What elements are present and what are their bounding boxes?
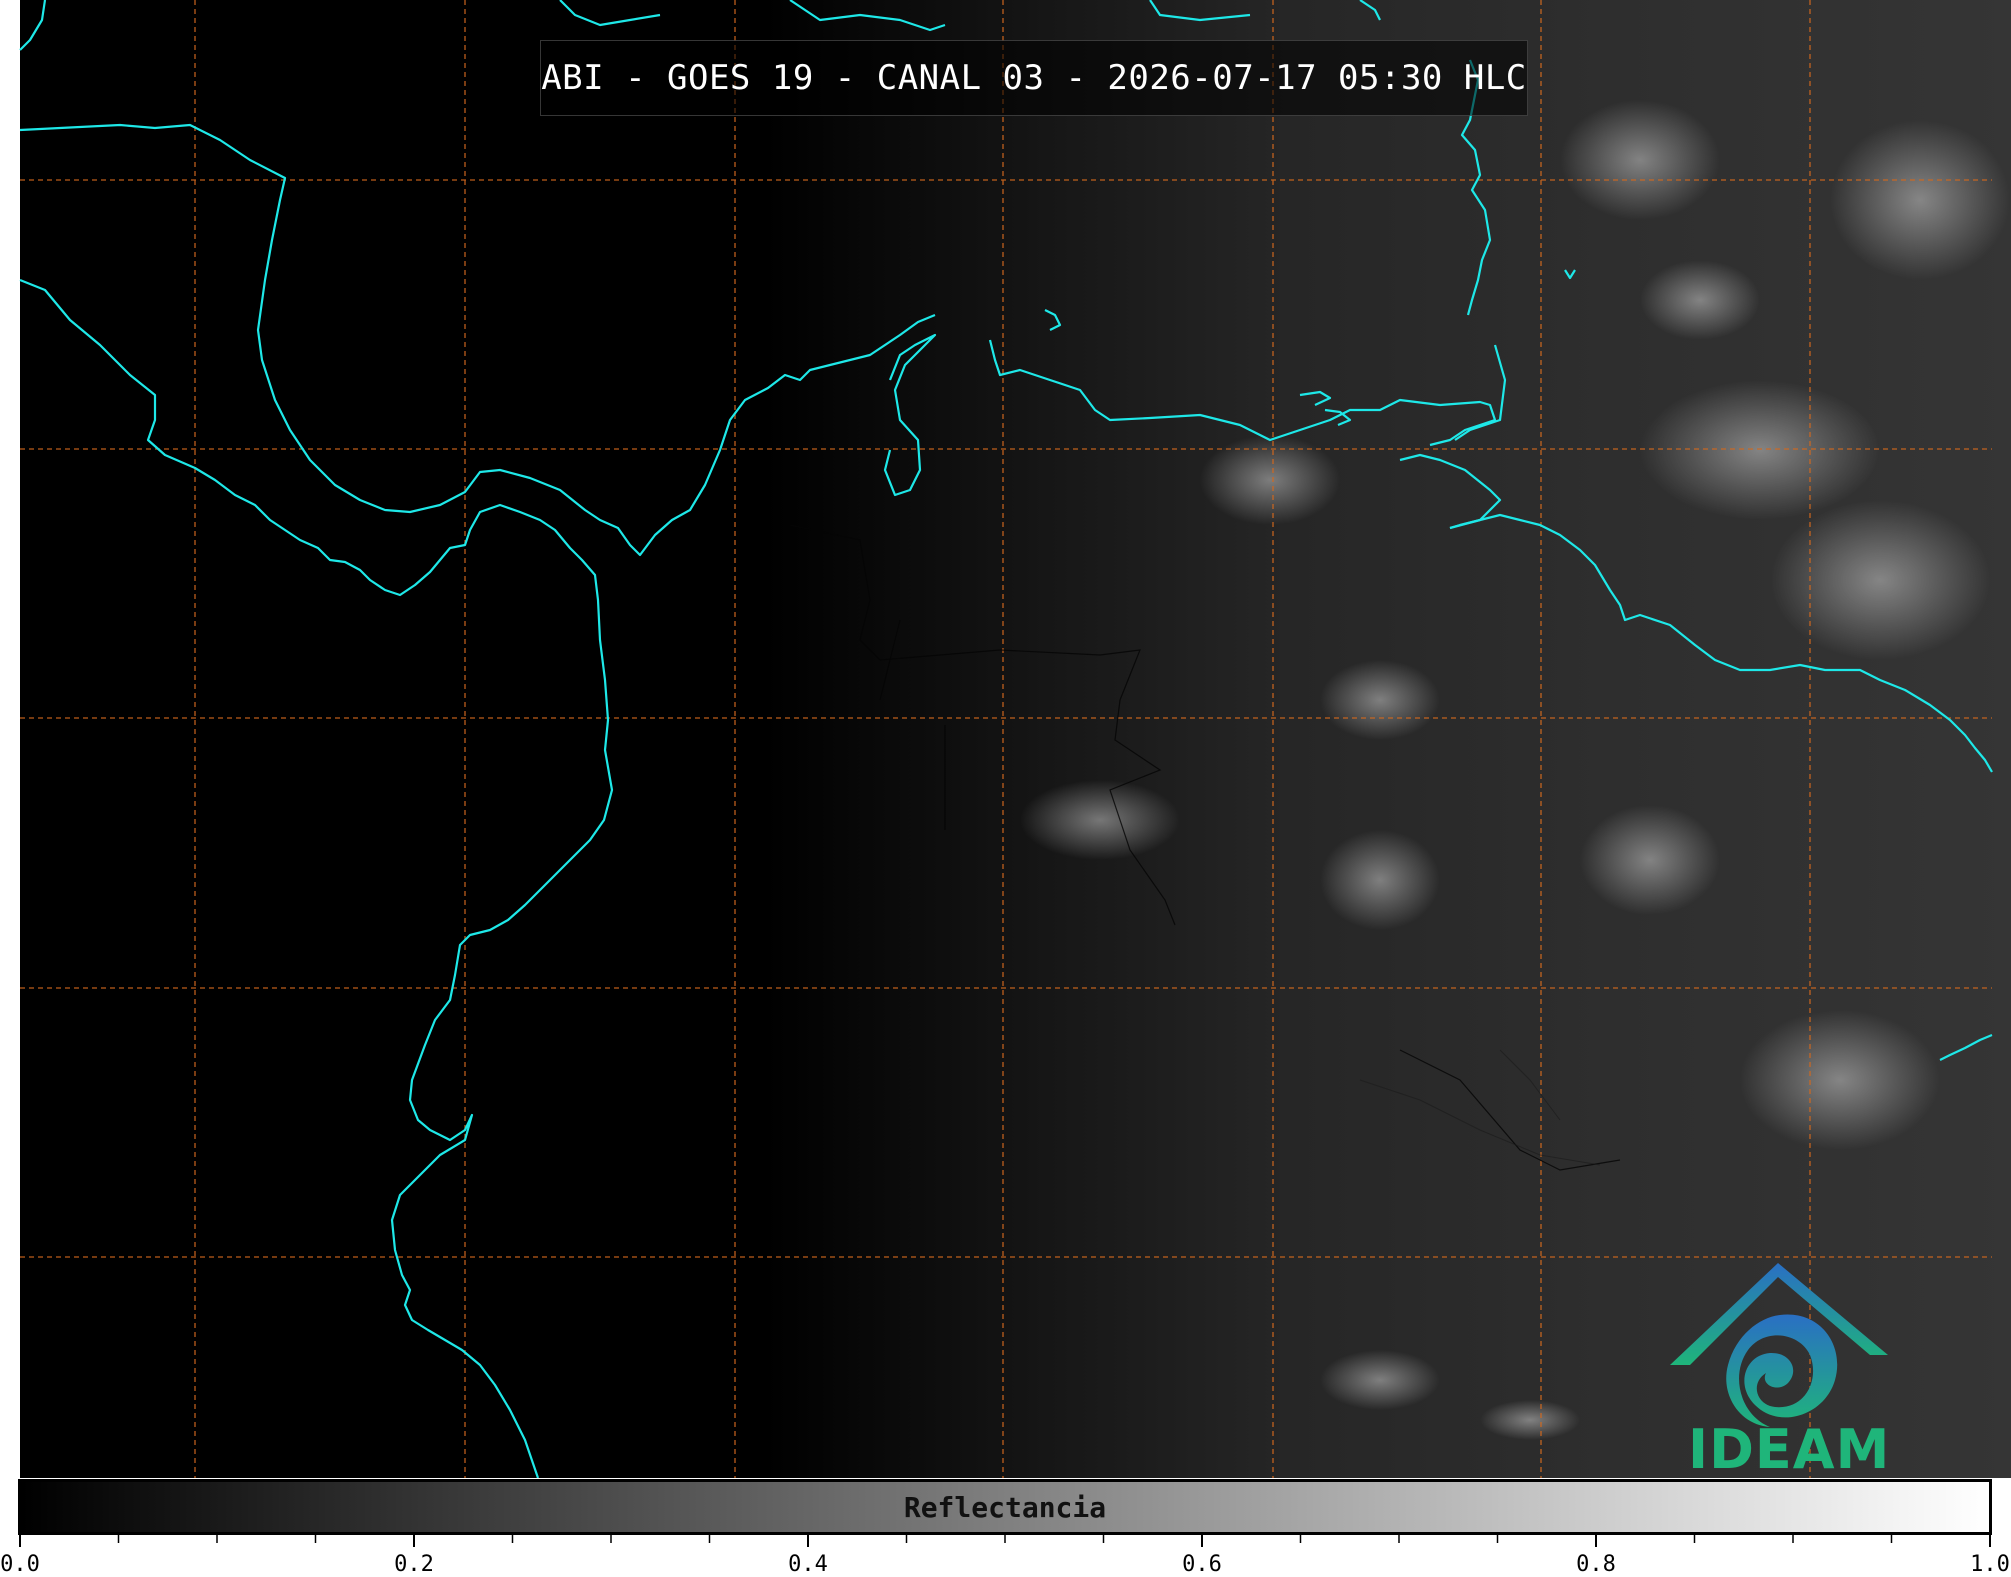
swirl-icon — [1726, 1314, 1838, 1427]
ideam-logo-text: IDEAM — [1688, 1418, 1891, 1481]
tick-label: 0.2 — [394, 1552, 434, 1577]
left-margin — [0, 0, 20, 1478]
tick-label: 0.8 — [1576, 1552, 1616, 1577]
title-box: ABI - GOES 19 - CANAL 03 - 2026-07-17 05… — [540, 40, 1528, 116]
colorbar-label: Reflectancia — [903, 1490, 1107, 1524]
colorbar-ticks: 0.0 0.2 0.4 0.6 0.8 1.0 — [0, 1535, 2010, 1577]
satellite-map: ABI - GOES 19 - CANAL 03 - 2026-07-17 05… — [0, 0, 2011, 1481]
tick-label: 0.0 — [0, 1552, 40, 1577]
tick-label: 0.4 — [788, 1552, 828, 1577]
mountain-icon — [1670, 1263, 1888, 1365]
tick-label: 0.6 — [1182, 1552, 1222, 1577]
colorbar: Reflectancia — [18, 1479, 1992, 1535]
map-title: ABI - GOES 19 - CANAL 03 - 2026-07-17 05… — [541, 58, 1527, 98]
tick-label: 1.0 — [1970, 1552, 2010, 1577]
